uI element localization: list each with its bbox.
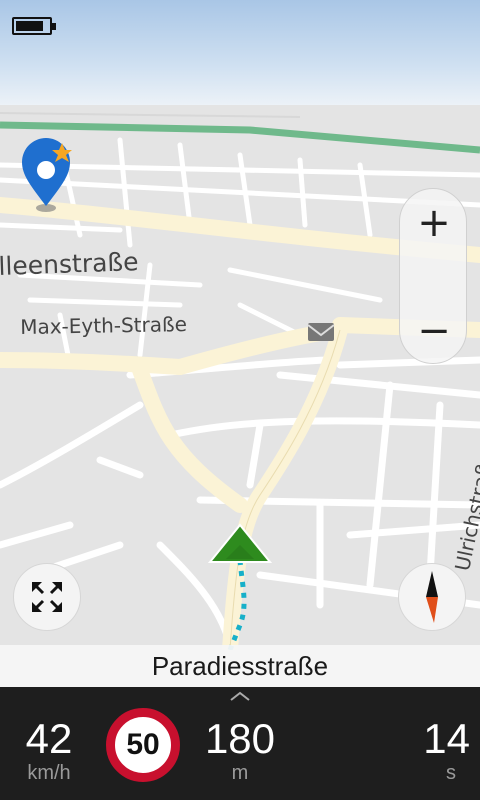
distance-readout: 180 m bbox=[200, 717, 280, 785]
zoom-control: + − bbox=[399, 188, 467, 364]
time-unit: s bbox=[446, 762, 456, 784]
map-view[interactable] bbox=[0, 105, 480, 650]
distance-unit: m bbox=[231, 762, 249, 784]
compass-button[interactable] bbox=[398, 563, 466, 631]
sky-horizon bbox=[0, 0, 480, 108]
compass-icon bbox=[426, 571, 438, 623]
time-readout: 14 s bbox=[400, 717, 470, 785]
speed-value: 42 bbox=[25, 715, 73, 762]
battery-icon bbox=[12, 17, 56, 35]
expand-icon bbox=[31, 581, 63, 613]
time-value: 14 bbox=[423, 715, 470, 762]
speed-limit-sign: 50 bbox=[106, 708, 180, 782]
zoom-in-button[interactable]: + bbox=[400, 193, 468, 253]
current-street-name: Paradiesstraße bbox=[151, 650, 329, 681]
speed-limit-value: 50 bbox=[126, 728, 160, 761]
street-label-alleen: lleenstraße bbox=[0, 247, 139, 281]
street-label-max-eyth: Max-Eyth-Straße bbox=[20, 312, 188, 339]
zoom-out-button[interactable]: − bbox=[400, 301, 468, 361]
navigation-info-bar[interactable]: 42 km/h 50 180 m 14 s bbox=[0, 687, 480, 800]
current-street-bar: Paradiesstraße bbox=[0, 645, 480, 687]
mail-icon[interactable] bbox=[307, 323, 335, 341]
distance-value: 180 bbox=[204, 715, 276, 762]
fullscreen-button[interactable] bbox=[13, 563, 81, 631]
chevron-up-icon[interactable] bbox=[228, 690, 252, 702]
speed-unit: km/h bbox=[27, 762, 71, 784]
speed-readout: 42 km/h bbox=[14, 717, 84, 785]
